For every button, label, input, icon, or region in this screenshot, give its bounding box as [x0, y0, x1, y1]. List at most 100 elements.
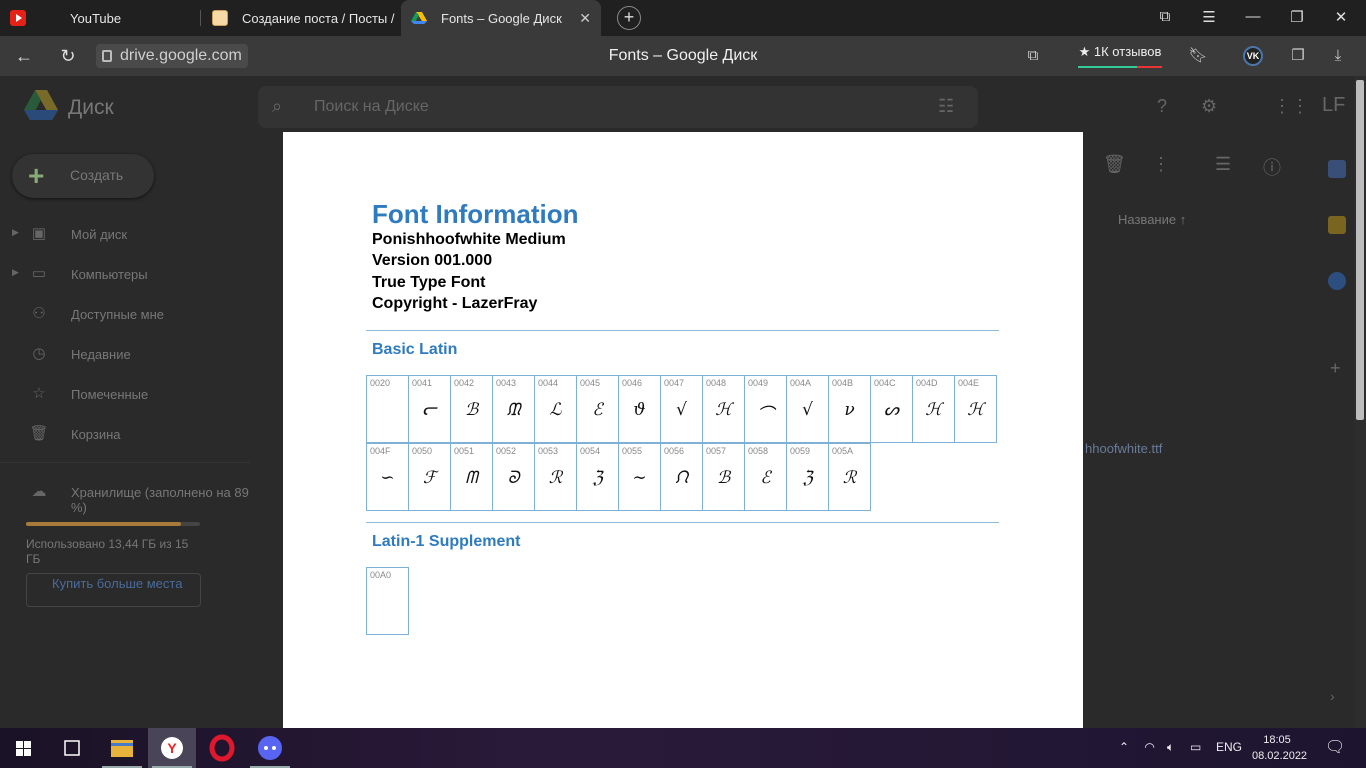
storage-usage-bar: [26, 522, 200, 526]
glyph-code: 0046: [622, 378, 643, 388]
restore-icon[interactable]: ❐: [1286, 8, 1308, 28]
tab-create-post[interactable]: Создание поста / Посты /: [202, 0, 398, 36]
file-explorer-button[interactable]: [98, 728, 146, 768]
task-view-button[interactable]: [48, 728, 96, 768]
reviews-button[interactable]: ★ 1К отзывов: [1078, 44, 1162, 68]
sidebar-item-trash[interactable]: 🗑︎ Корзина: [0, 424, 250, 448]
tab-youtube[interactable]: YouTube: [0, 0, 200, 36]
glyph-cell: 0046 ϑ: [618, 375, 661, 443]
google-drive-icon: [411, 12, 427, 24]
glyph-code: 0056: [664, 446, 685, 456]
add-addon-icon[interactable]: +: [1330, 358, 1341, 379]
list-view-icon[interactable]: ☰: [1215, 154, 1231, 175]
keep-icon[interactable]: [1328, 216, 1346, 234]
glyph-cell: 004D ℋ: [912, 375, 955, 443]
glyph-sample: ℋ: [925, 400, 942, 420]
bookmark-icon[interactable]: 🔖︎: [1188, 46, 1208, 66]
windows-icon: [16, 741, 31, 756]
expand-arrow-icon[interactable]: ▶: [12, 227, 19, 238]
tasks-icon[interactable]: [1328, 272, 1346, 290]
menu-icon[interactable]: ☰: [1198, 8, 1220, 28]
delete-icon[interactable]: 🗑︎: [1103, 154, 1126, 175]
font-preview-document: Font Information Ponishhoofwhite Medium …: [283, 132, 1083, 728]
notifications-icon[interactable]: 🗨︎: [1325, 737, 1345, 757]
new-tab-button[interactable]: +: [617, 6, 641, 30]
sidebar-item-my-drive[interactable]: ▶ ▣ Мой диск: [0, 224, 250, 248]
glyph-sample: ℋ: [967, 400, 984, 420]
collections-icon[interactable]: ❒: [1288, 46, 1308, 66]
tab-divider: [200, 10, 201, 26]
glyph-sample: ℬ: [716, 468, 731, 488]
discord-button[interactable]: [246, 728, 294, 768]
back-icon[interactable]: ←: [12, 44, 36, 68]
glyph-sample: ℰ: [592, 400, 603, 420]
help-icon[interactable]: ?: [1157, 96, 1167, 117]
glyph-code: 0052: [496, 446, 517, 456]
glyph-code: 0049: [748, 378, 769, 388]
drive-search-box[interactable]: ⌕ Поиск на Диске ☷: [258, 86, 978, 128]
buy-storage-button[interactable]: Купить больше места: [26, 573, 201, 607]
tab-manager-icon[interactable]: ⧉: [1154, 8, 1176, 28]
show-hidden-icons-icon[interactable]: ⌃: [1119, 740, 1129, 754]
calendar-icon[interactable]: [1328, 160, 1346, 178]
sort-by-name[interactable]: Название ↑: [1118, 212, 1186, 227]
search-placeholder: Поиск на Диске: [314, 98, 429, 115]
expand-arrow-icon[interactable]: ▶: [12, 267, 19, 278]
sidebar-item-computers[interactable]: ▶ ▭ Компьютеры: [0, 264, 250, 288]
file-name[interactable]: hhoofwhite.ttf: [1085, 441, 1162, 456]
search-options-icon[interactable]: ☷: [938, 96, 954, 117]
my-drive-icon: ▣: [31, 225, 47, 242]
glyph-cell: 0043 ᙢ: [492, 375, 535, 443]
sidebar-item-recent[interactable]: ◷ Недавние: [0, 344, 250, 368]
vertical-scrollbar[interactable]: [1354, 76, 1366, 728]
start-button[interactable]: [0, 728, 48, 768]
clock[interactable]: 18:05 08.02.2022: [1252, 732, 1307, 764]
create-label: Создать: [70, 167, 124, 183]
scrollbar-thumb[interactable]: [1356, 80, 1364, 420]
glyph-code: 0051: [454, 446, 475, 456]
yandex-browser-button[interactable]: Y: [148, 728, 196, 768]
info-icon[interactable]: ⓘ: [1263, 154, 1281, 180]
glyph-code: 004E: [958, 378, 980, 388]
opera-icon: [209, 734, 235, 762]
volume-icon[interactable]: 🔈︎: [1167, 740, 1174, 755]
glyph-cell: 0045 ℰ: [576, 375, 619, 443]
reload-icon[interactable]: ↻: [56, 44, 80, 68]
sidebar-item-starred[interactable]: ☆ Помеченные: [0, 384, 250, 408]
more-options-icon[interactable]: ⋮: [1152, 154, 1170, 175]
glyph-code: 0053: [538, 446, 559, 456]
battery-icon[interactable]: ▭: [1190, 740, 1201, 754]
minimize-icon[interactable]: —: [1242, 8, 1264, 28]
glyph-sample: ℨ: [802, 468, 813, 488]
opera-button[interactable]: [198, 728, 246, 768]
language-indicator[interactable]: ENG: [1216, 740, 1242, 754]
expand-panel-icon[interactable]: ›: [1330, 688, 1335, 704]
glyph-code: 0057: [706, 446, 727, 456]
downloads-icon[interactable]: ⤓: [1328, 46, 1348, 66]
network-icon[interactable]: ◜◝: [1145, 740, 1154, 754]
glyph-sample: √: [676, 400, 687, 420]
address-bar: ← ↻ drive.google.com Fonts – Google Диск…: [0, 36, 1366, 76]
tab-fonts-google-drive[interactable]: Fonts – Google Диск ✕: [401, 0, 601, 36]
close-tab-icon[interactable]: ✕: [579, 10, 591, 27]
close-window-icon[interactable]: ✕: [1330, 8, 1352, 28]
url-field[interactable]: drive.google.com: [96, 44, 248, 68]
create-button[interactable]: + Создать: [12, 154, 154, 198]
sort-ascending-icon: ↑: [1179, 212, 1187, 227]
glyph-cell: 004C ᔕ: [870, 375, 913, 443]
sidebar-item-shared[interactable]: ⚇ Доступные мне: [0, 304, 250, 328]
glyph-cell: 0054 ℨ: [576, 443, 619, 511]
glyph-sample: ∽: [380, 468, 395, 488]
vk-icon[interactable]: VK: [1243, 46, 1263, 66]
account-avatar[interactable]: LF: [1322, 94, 1345, 117]
glyph-code: 004D: [916, 378, 938, 388]
copy-link-icon[interactable]: ⧉: [1023, 46, 1043, 66]
glyph-cell: 0055 ∼: [618, 443, 661, 511]
sidebar-item-storage[interactable]: ☁ Хранилище (заполнено на 89 %): [0, 482, 250, 515]
shared-icon: ⚇: [32, 305, 46, 322]
apps-grid-icon[interactable]: ⋮⋮: [1273, 96, 1309, 117]
glyph-cell: 004F ∽: [366, 443, 409, 511]
settings-gear-icon[interactable]: ⚙: [1201, 96, 1217, 117]
glyph-sample: ℒ: [549, 400, 562, 420]
lock-icon: [102, 50, 112, 62]
